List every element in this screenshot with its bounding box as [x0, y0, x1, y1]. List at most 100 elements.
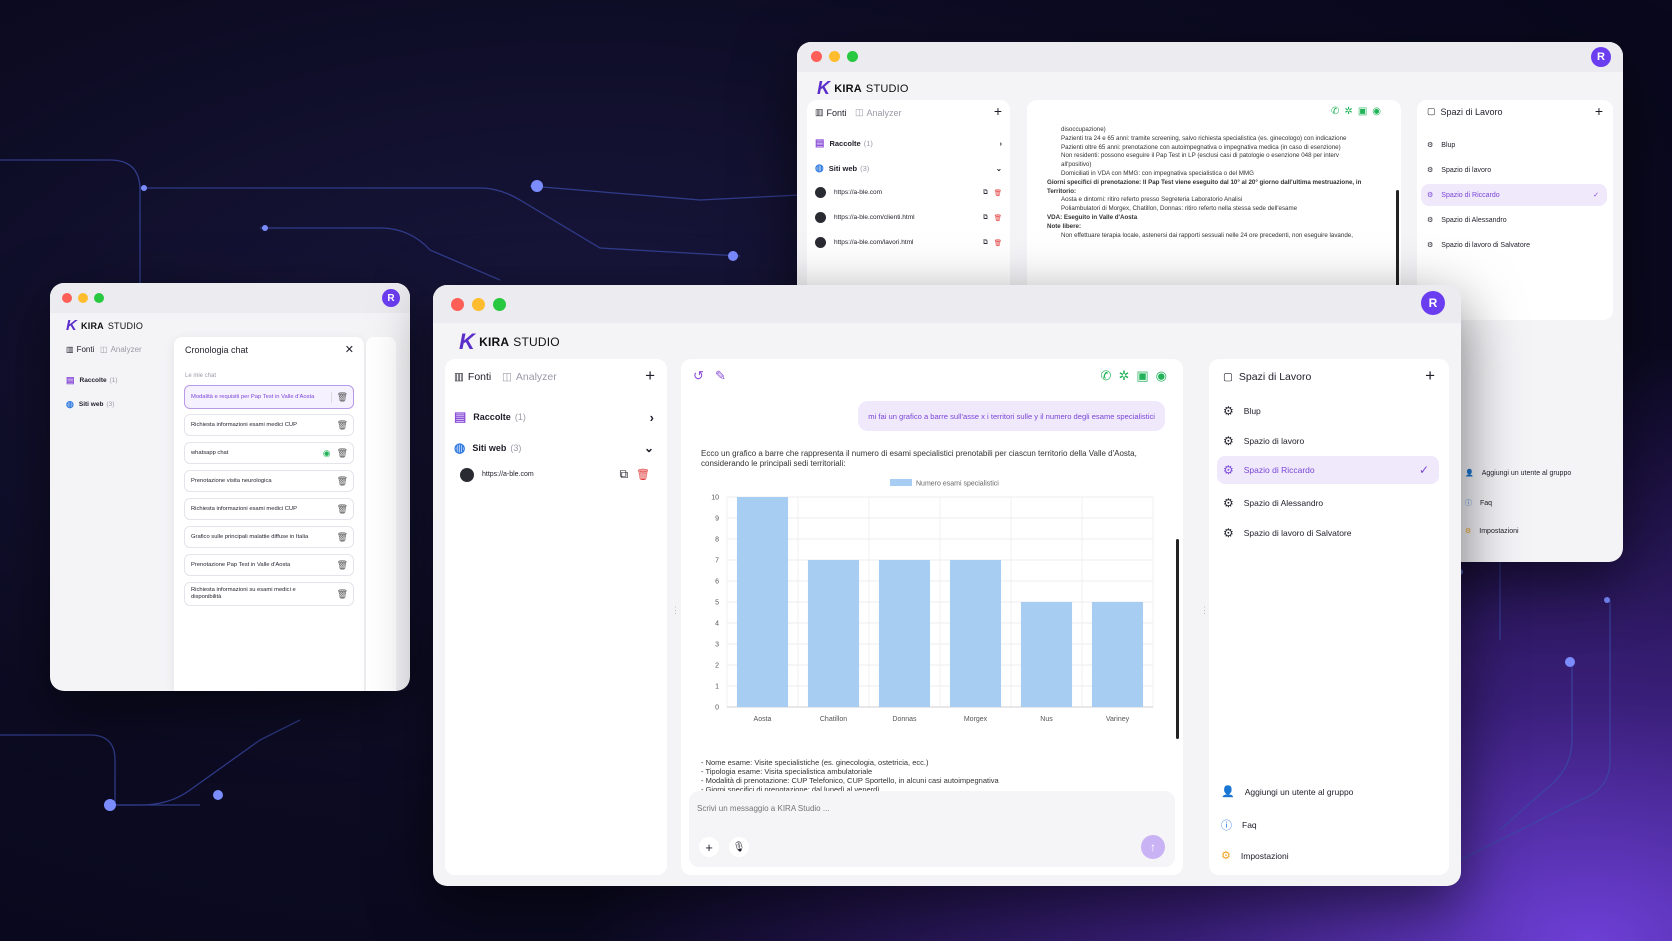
- history-item[interactable]: Prenotazione Pap Test in Valle d'Aosta 🗑: [184, 554, 354, 576]
- tab-analyzer[interactable]: ◫ Analyzer: [855, 107, 902, 118]
- send-button[interactable]: ↑: [1141, 835, 1165, 859]
- resize-handle[interactable]: ⋮: [1200, 605, 1209, 616]
- resize-handle[interactable]: ⋮: [671, 605, 680, 616]
- avatar[interactable]: R: [1591, 47, 1611, 67]
- minimize-window-button[interactable]: [829, 51, 840, 62]
- whatsapp-icon[interactable]: ◉: [1372, 106, 1381, 117]
- settings-link[interactable]: ⚙ Impostazioni: [1221, 849, 1289, 862]
- tab-analyzer[interactable]: ◫ Analyzer: [502, 371, 557, 383]
- history-item[interactable]: Prenotazione visita neurologica 🗑: [184, 470, 354, 492]
- workspace-item[interactable]: ⚙ Blup: [1223, 404, 1261, 418]
- add-workspace-button[interactable]: +: [1595, 103, 1603, 119]
- chat-icon[interactable]: ▣: [1358, 106, 1367, 117]
- minimize-window-button[interactable]: [78, 293, 88, 303]
- trash-icon[interactable]: 🗑: [337, 589, 348, 600]
- copy-icon[interactable]: ⧉: [983, 214, 988, 222]
- phone-icon[interactable]: ✆: [1101, 368, 1112, 384]
- history-item[interactable]: Grafico sulle principali malattie diffus…: [184, 526, 354, 548]
- add-source-button[interactable]: +: [645, 366, 655, 386]
- minimize-window-button[interactable]: [472, 298, 485, 311]
- close-history-button[interactable]: ✕: [345, 343, 354, 356]
- collections-label: Raccolte: [829, 139, 861, 148]
- trash-icon[interactable]: 🗑: [994, 189, 1002, 197]
- attach-button[interactable]: +: [699, 837, 719, 857]
- trash-icon[interactable]: 🗑: [636, 468, 650, 481]
- gear-icon: ⚙: [1223, 434, 1234, 448]
- avatar[interactable]: R: [1421, 291, 1445, 315]
- copy-icon[interactable]: ⧉: [619, 467, 628, 482]
- history-item-label: Richiesta informazioni su esami medici e…: [191, 587, 296, 600]
- history-icon[interactable]: ↺: [693, 368, 704, 384]
- trash-icon[interactable]: 🗑: [994, 214, 1002, 222]
- site-favicon-icon: [815, 212, 826, 223]
- maximize-window-button[interactable]: [94, 293, 104, 303]
- workspace-item[interactable]: ⚙ Spazio di lavoro di Salvatore: [1223, 526, 1352, 540]
- workspace-item-selected[interactable]: ⚙ Spazio di Riccardo ✓: [1217, 456, 1439, 484]
- settings-link[interactable]: ⚙ Impostazioni: [1465, 527, 1519, 536]
- add-workspace-button[interactable]: +: [1425, 366, 1435, 386]
- message-input[interactable]: [697, 799, 1117, 817]
- history-item-selected[interactable]: Modalità e requisiti per Pap Test in Val…: [184, 385, 354, 409]
- whatsapp-icon[interactable]: ◉: [1156, 368, 1167, 384]
- trash-icon[interactable]: 🗑: [337, 560, 348, 571]
- faq-link[interactable]: ⓘ Faq: [1465, 498, 1492, 508]
- add-user-link[interactable]: 👤 Aggiungi un utente al gruppo: [1465, 469, 1571, 478]
- trash-icon[interactable]: 🗑: [337, 448, 348, 459]
- close-window-button[interactable]: [451, 298, 464, 311]
- copy-icon[interactable]: ⧉: [983, 239, 988, 247]
- analyzer-icon: ◫: [855, 107, 864, 117]
- trash-icon[interactable]: 🗑: [330, 391, 348, 403]
- new-chat-icon[interactable]: ✎: [715, 368, 726, 384]
- add-user-icon: 👤: [1465, 470, 1474, 477]
- close-window-button[interactable]: [62, 293, 72, 303]
- workspace-item[interactable]: ⚙ Spazio di lavoro: [1427, 166, 1491, 175]
- tab-sources[interactable]: ▥ Fonti: [454, 371, 491, 383]
- add-source-button[interactable]: +: [994, 103, 1002, 119]
- website-row[interactable]: https://a-ble.com/clienti.html ⧉ 🗑: [815, 212, 1002, 223]
- trash-icon[interactable]: 🗑: [337, 532, 348, 543]
- history-item[interactable]: Richiesta informazioni esami medici CUP …: [184, 498, 354, 520]
- collections-item[interactable]: ▤ Raccolte (1): [66, 375, 118, 386]
- add-user-link[interactable]: 👤 Aggiungi un utente al gruppo: [1221, 785, 1353, 798]
- websites-item[interactable]: ◍ Siti web (3) ⌄: [815, 163, 1002, 174]
- maximize-window-button[interactable]: [493, 298, 506, 311]
- scrollbar[interactable]: [1176, 539, 1179, 739]
- collections-item[interactable]: ▤ Raccolte (1) ›: [454, 409, 654, 425]
- faq-link[interactable]: ⓘ Faq: [1221, 817, 1257, 833]
- trash-icon[interactable]: 🗑: [337, 476, 348, 487]
- slack-icon[interactable]: ✲: [1118, 368, 1129, 384]
- history-item[interactable]: Richiesta informazioni esami medici CUP …: [184, 414, 354, 436]
- trash-icon[interactable]: 🗑: [337, 504, 348, 515]
- maximize-window-button[interactable]: [847, 51, 858, 62]
- copy-icon[interactable]: ⧉: [983, 189, 988, 197]
- workspace-item[interactable]: ⚙ Spazio di Alessandro: [1427, 216, 1507, 225]
- tab-sources[interactable]: ▥ Fonti: [815, 107, 847, 118]
- website-row[interactable]: https://a-ble.com ⧉ 🗑: [815, 187, 1002, 198]
- tab-analyzer[interactable]: ◫ Analyzer: [100, 345, 142, 354]
- history-item[interactable]: whatsapp chat ◉ 🗑: [184, 442, 354, 464]
- workspace-item[interactable]: ⚙ Spazio di lavoro di Salvatore: [1427, 241, 1530, 250]
- chat-history-panel: Cronologia chat ✕ Le mie chat Modalità e…: [174, 337, 364, 691]
- history-item[interactable]: Richiesta informazioni su esami medici e…: [184, 582, 354, 606]
- website-row[interactable]: https://a-ble.com ⧉ 🗑: [460, 467, 650, 482]
- chat-icon[interactable]: ▣: [1136, 368, 1148, 384]
- trash-icon[interactable]: 🗑: [337, 420, 348, 431]
- microphone-button[interactable]: 🎙: [729, 837, 749, 857]
- close-window-button[interactable]: [811, 51, 822, 62]
- tab-sources[interactable]: ▥ Fonti: [66, 345, 94, 354]
- message-composer: + 🎙 ↑: [689, 791, 1175, 867]
- workspace-item[interactable]: ⚙ Spazio di Alessandro: [1223, 496, 1323, 510]
- website-row[interactable]: https://a-ble.com/lavori.html ⧉ 🗑: [815, 237, 1002, 248]
- slack-icon[interactable]: ✲: [1344, 106, 1352, 117]
- workspace-item[interactable]: ⚙ Spazio di lavoro: [1223, 434, 1304, 448]
- phone-icon[interactable]: ✆: [1331, 106, 1339, 117]
- bar: [1020, 602, 1073, 707]
- workspace-item[interactable]: ⚙ Blup: [1427, 141, 1455, 150]
- websites-item[interactable]: ◍ Siti web (3): [66, 399, 114, 410]
- websites-item[interactable]: ◍ Siti web (3) ⌄: [454, 440, 654, 456]
- note-line: - Nome esame: Visite specialistiche (es.…: [701, 758, 929, 767]
- trash-icon[interactable]: 🗑: [994, 239, 1002, 247]
- collections-item[interactable]: ▤ Raccolte (1) ›: [815, 138, 1002, 149]
- workspace-item-selected[interactable]: ⚙ Spazio di Riccardo ✓: [1421, 184, 1607, 206]
- avatar[interactable]: R: [382, 289, 400, 307]
